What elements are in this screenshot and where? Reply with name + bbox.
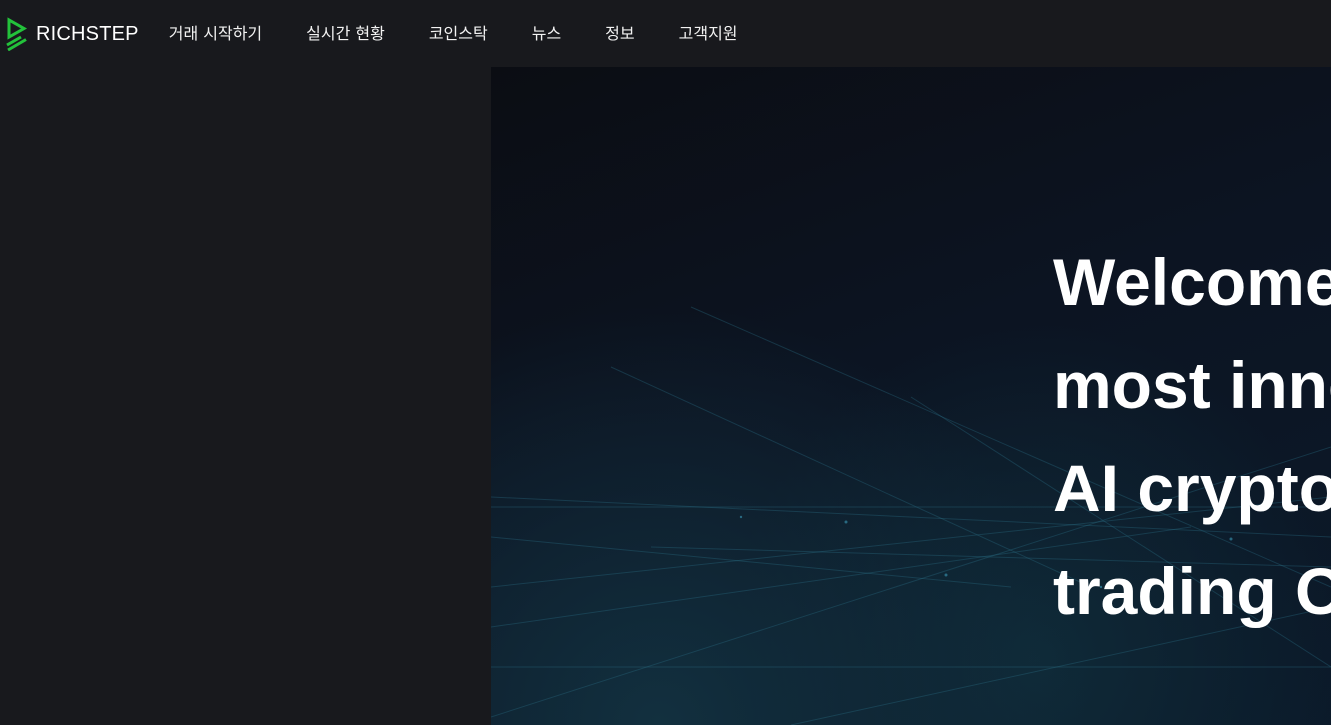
brand-logo[interactable]: RICHSTEP xyxy=(6,14,139,54)
hero-banner: Welcome most inno AI crypto trading O xyxy=(491,67,1331,725)
nav-item-live-status[interactable]: 실시간 현황 xyxy=(306,25,385,42)
hero-headline-line-1: Welcome xyxy=(1053,245,1331,319)
nav-item-start-trading[interactable]: 거래 시작하기 xyxy=(169,25,262,42)
nav-item-news[interactable]: 뉴스 xyxy=(532,25,561,42)
hero-headline: Welcome most inno AI crypto trading O xyxy=(1053,231,1331,643)
main-nav: 거래 시작하기 실시간 현황 코인스탁 뉴스 정보 고객지원 xyxy=(169,0,738,67)
top-navigation-bar: RICHSTEP 거래 시작하기 실시간 현황 코인스탁 뉴스 정보 고객지원 xyxy=(0,0,1331,67)
hero-headline-line-2: most inno xyxy=(1053,348,1331,422)
nav-item-support[interactable]: 고객지원 xyxy=(679,25,738,42)
brand-name: RICHSTEP xyxy=(36,22,139,45)
hero-headline-line-4: trading O xyxy=(1053,554,1331,628)
nav-item-info[interactable]: 정보 xyxy=(605,25,634,42)
richstep-play-logo-icon xyxy=(6,16,28,51)
hero-headline-line-3: AI crypto xyxy=(1053,451,1331,525)
nav-item-coinstock[interactable]: 코인스탁 xyxy=(429,25,488,42)
left-blank-panel xyxy=(0,67,491,725)
